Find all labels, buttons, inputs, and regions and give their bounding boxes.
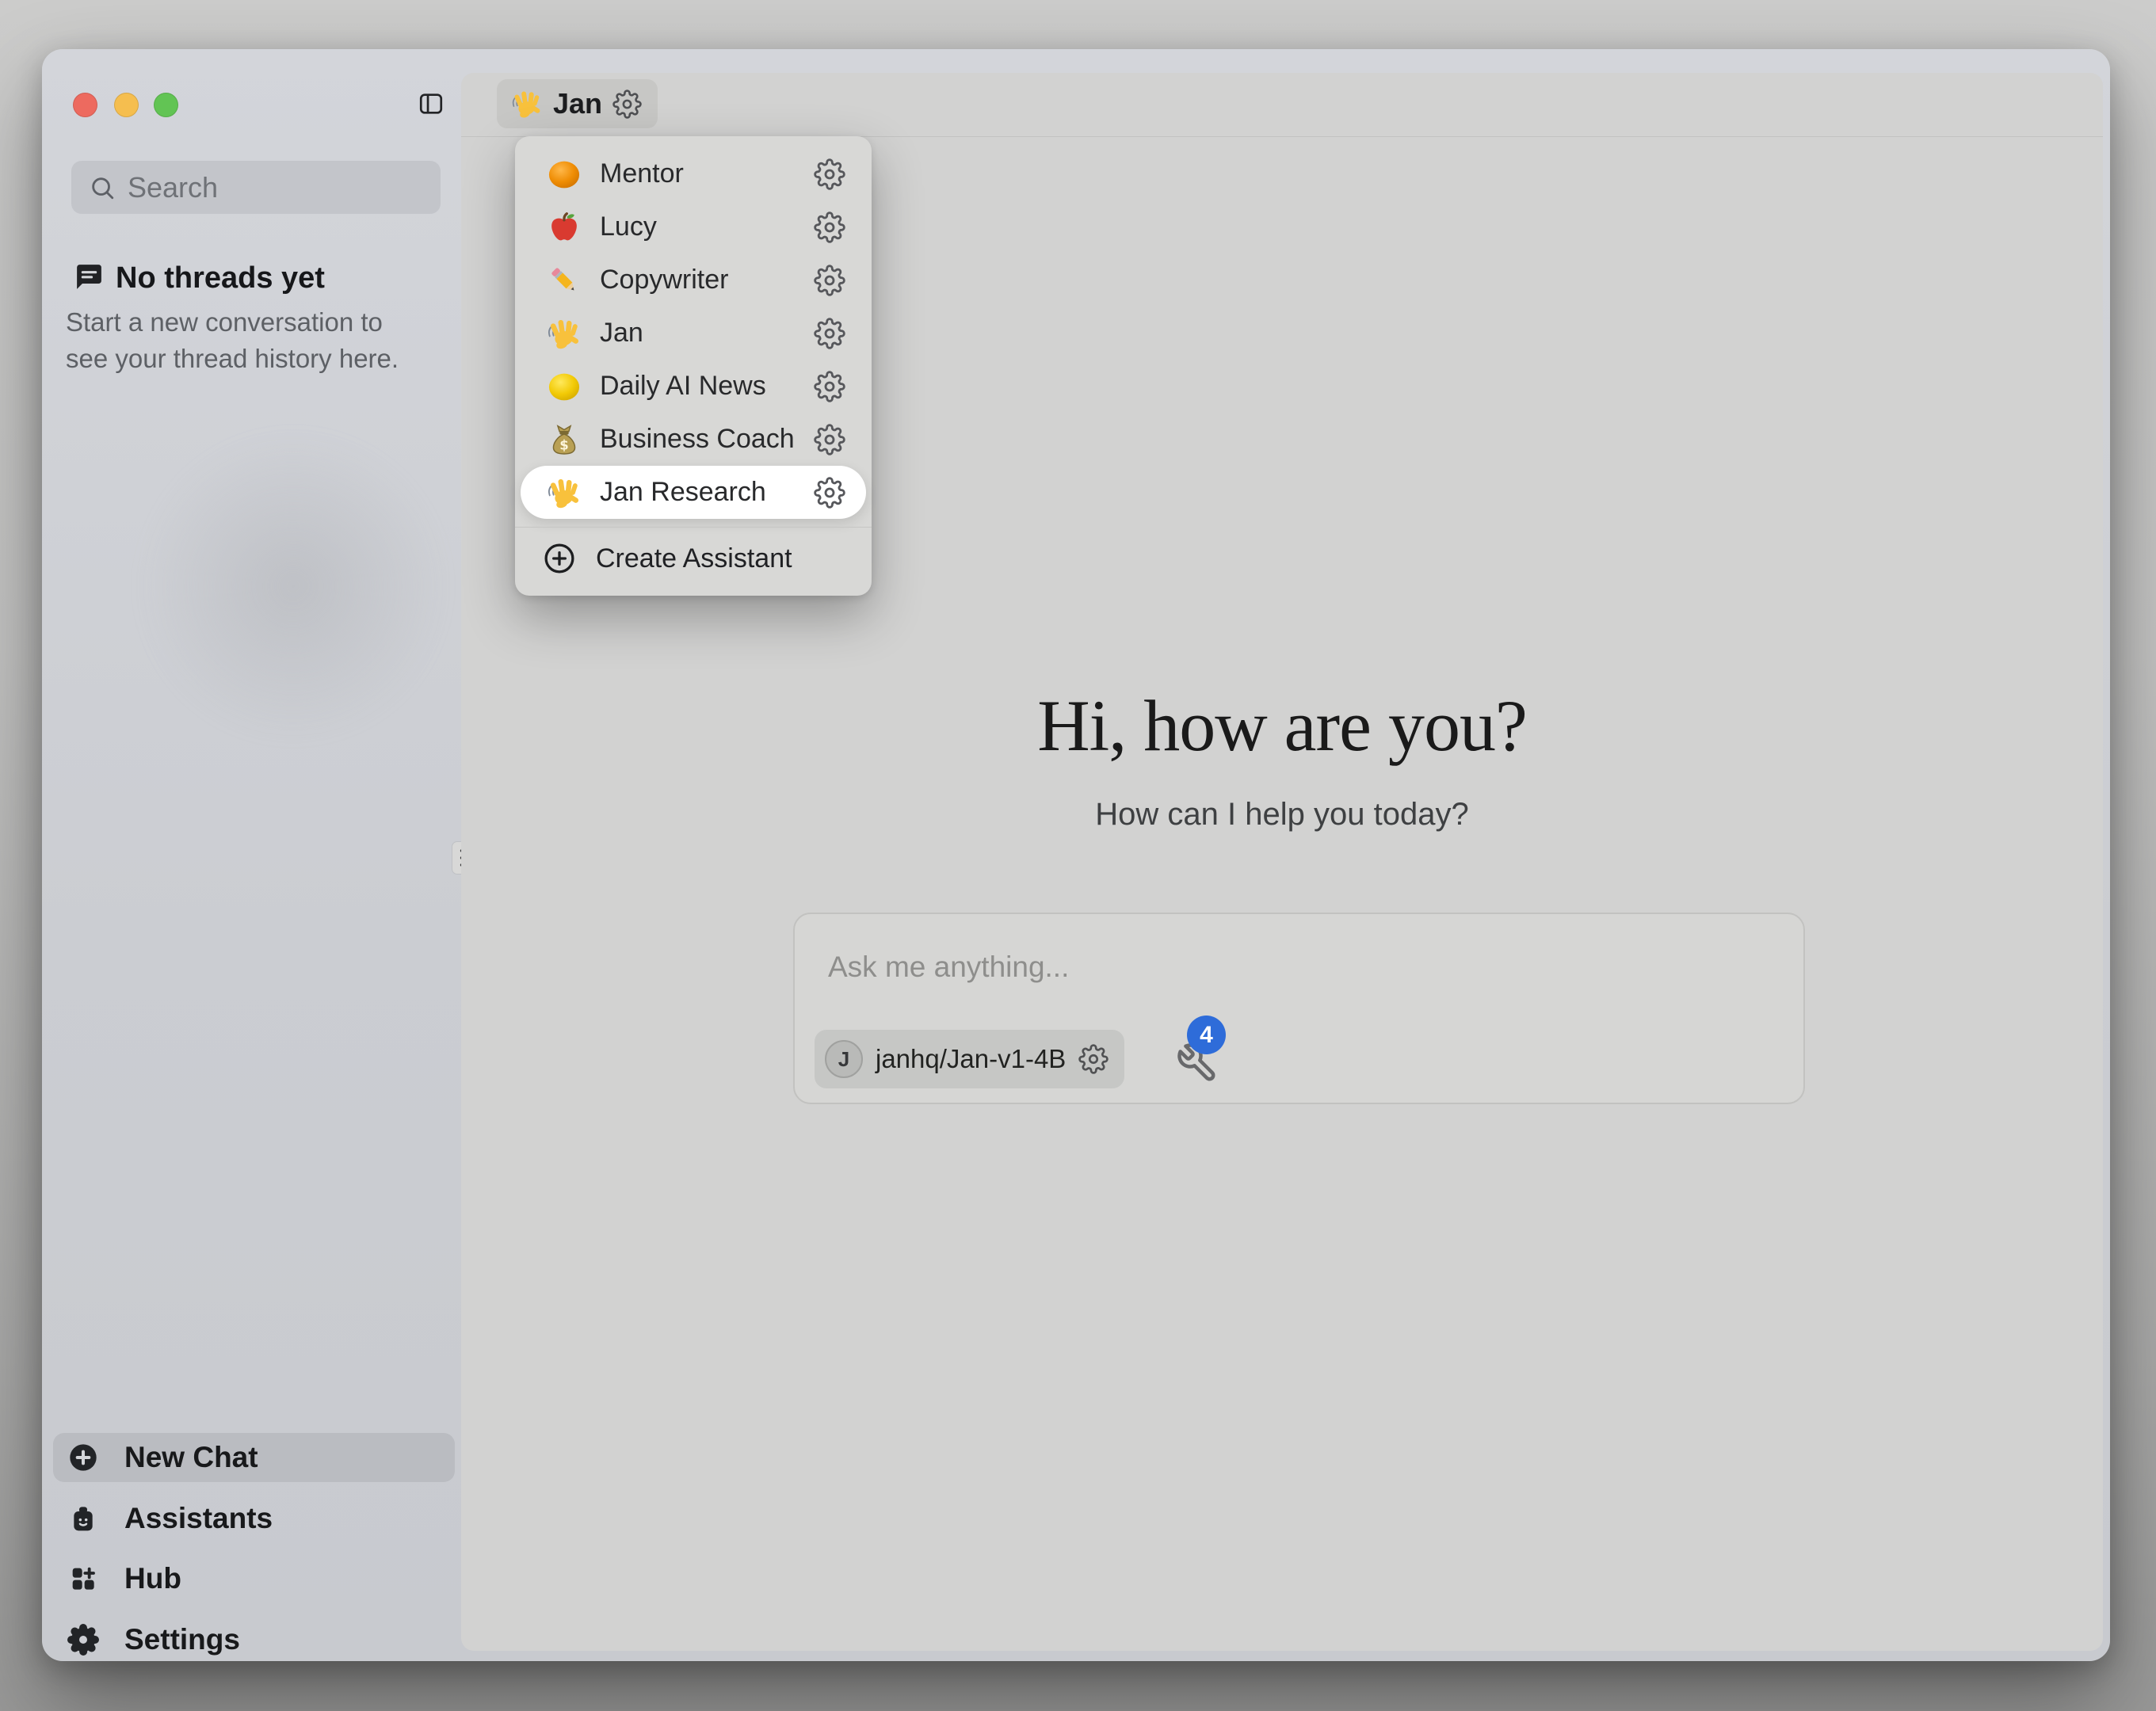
waving-hand-emoji — [511, 88, 543, 120]
message-composer[interactable]: Ask me anything... J janhq/Jan-v1-4B 4 — [793, 913, 1805, 1104]
desktop: Search No threads yet Start a new conver… — [0, 0, 2156, 1711]
gear-icon[interactable] — [1078, 1044, 1109, 1074]
menu-item-business-coach[interactable]: Business Coach — [521, 413, 866, 466]
sidebar-toggle-button[interactable] — [418, 90, 445, 118]
sidebar-decoration-blob — [135, 428, 452, 745]
menu-item-label: Business Coach — [600, 424, 795, 455]
gear-icon[interactable] — [814, 477, 845, 509]
sidebar-item-settings[interactable]: Settings — [53, 1615, 455, 1664]
nav-label: Assistants — [124, 1502, 273, 1535]
gear-icon[interactable] — [814, 424, 845, 455]
nav-label: Settings — [124, 1623, 240, 1656]
menu-item-copywriter[interactable]: Copywriter — [521, 253, 866, 307]
gear-icon[interactable] — [814, 158, 845, 190]
close-window-button[interactable] — [73, 93, 97, 117]
menu-item-jan-research[interactable]: Jan Research — [521, 466, 866, 519]
greeting: Hi, how are you? How can I help you toda… — [461, 680, 2103, 833]
create-assistant-button[interactable]: Create Assistant — [515, 532, 872, 585]
greeting-subtitle: How can I help you today? — [461, 797, 2103, 833]
waving-hand-emoji — [546, 316, 582, 351]
model-selector-button[interactable]: J janhq/Jan-v1-4B — [815, 1030, 1124, 1088]
nav-label: Hub — [124, 1562, 181, 1595]
menu-item-label: Lucy — [600, 211, 657, 242]
search-input[interactable]: Search — [71, 161, 441, 214]
menu-item-mentor[interactable]: Mentor — [521, 147, 866, 200]
sidebar-item-hub[interactable]: Hub — [53, 1554, 455, 1603]
hub-grid-icon — [67, 1563, 99, 1595]
pencil-emoji — [546, 263, 582, 298]
gear-icon[interactable] — [814, 211, 845, 243]
menu-item-label: Jan — [600, 318, 643, 349]
menu-item-label: Daily AI News — [600, 371, 766, 402]
minimize-window-button[interactable] — [114, 93, 139, 117]
gear-filled-icon — [67, 1624, 99, 1656]
sidebar-item-assistants[interactable]: Assistants — [53, 1494, 455, 1543]
composer-placeholder: Ask me anything... — [828, 951, 1069, 984]
money-bag-emoji — [546, 422, 582, 457]
menu-item-daily-ai-news[interactable]: Daily AI News — [521, 360, 866, 413]
gear-icon[interactable] — [612, 90, 642, 119]
main-content-panel: Jan Mentor Lucy Copywriter — [461, 73, 2103, 1651]
nav-label: New Chat — [124, 1441, 258, 1474]
app-window: Search No threads yet Start a new conver… — [42, 49, 2110, 1661]
assistant-switcher-button[interactable]: Jan — [497, 79, 658, 128]
search-icon — [89, 174, 116, 201]
orange-circle-emoji — [546, 157, 582, 192]
assistant-menu: Mentor Lucy Copywriter Jan — [515, 136, 872, 596]
menu-item-lucy[interactable]: Lucy — [521, 200, 866, 253]
gear-icon[interactable] — [814, 371, 845, 402]
model-avatar: J — [825, 1040, 863, 1078]
menu-item-label: Copywriter — [600, 265, 728, 295]
plus-circle-icon — [67, 1442, 99, 1473]
menu-item-jan[interactable]: Jan — [521, 307, 866, 360]
gear-icon[interactable] — [814, 318, 845, 349]
tools-count-badge: 4 — [1187, 1016, 1226, 1054]
menu-separator — [515, 527, 872, 528]
create-assistant-label: Create Assistant — [596, 543, 792, 574]
empty-state-title: No threads yet — [116, 261, 325, 295]
chat-bubble-icon — [73, 261, 105, 293]
model-name: janhq/Jan-v1-4B — [876, 1044, 1066, 1074]
search-placeholder: Search — [128, 171, 218, 204]
waving-hand-emoji — [546, 475, 582, 510]
plus-circle-outline-icon — [542, 541, 577, 576]
menu-item-label: Mentor — [600, 158, 684, 189]
red-apple-emoji — [546, 210, 582, 245]
yellow-circle-emoji — [546, 369, 582, 404]
assistant-bot-icon — [67, 1503, 99, 1534]
greeting-title: Hi, how are you? — [461, 680, 2103, 772]
gear-icon[interactable] — [814, 265, 845, 296]
assistant-switcher-label: Jan — [553, 87, 602, 120]
sidebar-item-new-chat[interactable]: New Chat — [53, 1433, 455, 1482]
menu-item-label: Jan Research — [600, 477, 766, 508]
sidebar-toggle-icon — [418, 90, 445, 118]
zoom-window-button[interactable] — [154, 93, 178, 117]
empty-state-description: Start a new conversation to see your thr… — [66, 304, 424, 377]
